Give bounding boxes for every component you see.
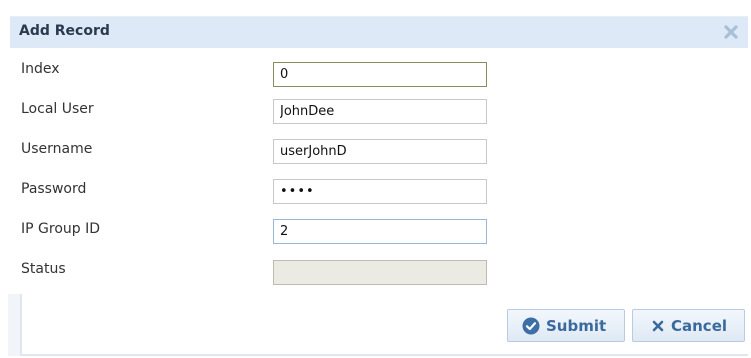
ip-group-id-input[interactable] <box>273 219 487 244</box>
username-label: Username <box>21 141 93 157</box>
dialog-titlebar: Add Record <box>10 16 748 48</box>
close-icon[interactable] <box>722 23 740 41</box>
status-input <box>273 260 487 285</box>
check-circle-icon <box>522 317 540 334</box>
dialog-title: Add Record <box>19 23 110 39</box>
status-label: Status <box>21 261 66 277</box>
local-user-row: Local User <box>8 93 748 133</box>
submit-label: Submit <box>546 316 607 335</box>
index-row: Index <box>8 53 748 93</box>
index-input[interactable] <box>273 62 487 87</box>
password-row: Password <box>8 173 748 213</box>
local-user-label: Local User <box>21 101 94 117</box>
add-record-dialog: Add Record Index Local User Username Pas… <box>8 10 748 356</box>
submit-button[interactable]: Submit <box>507 309 625 342</box>
cancel-button[interactable]: Cancel <box>632 309 745 342</box>
x-icon <box>652 320 664 331</box>
password-input[interactable] <box>273 179 487 204</box>
ip-group-id-row: IP Group ID <box>8 213 748 253</box>
footer-shade <box>8 294 20 356</box>
status-row: Status <box>8 253 748 293</box>
username-input[interactable] <box>273 139 487 164</box>
password-label: Password <box>21 181 87 197</box>
ip-group-id-label: IP Group ID <box>21 221 101 237</box>
index-label: Index <box>21 61 60 77</box>
local-user-input[interactable] <box>273 99 487 124</box>
username-row: Username <box>8 133 748 173</box>
cancel-label: Cancel <box>671 316 728 335</box>
